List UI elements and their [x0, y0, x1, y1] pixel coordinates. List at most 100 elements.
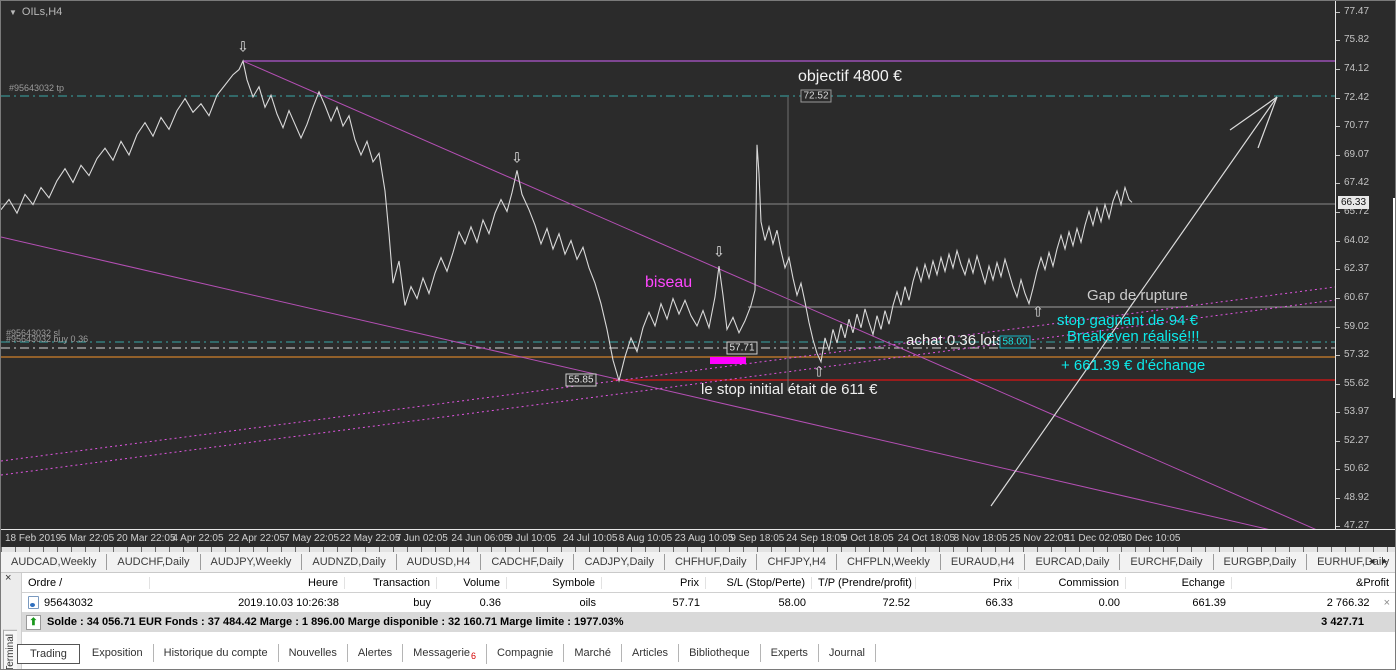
close-order-button[interactable]: × [1384, 597, 1390, 609]
price-axis-label: 55.62 [1344, 378, 1370, 389]
tab-marché[interactable]: Marché [564, 644, 622, 662]
projection-arrow-head-2[interactable] [1257, 96, 1278, 149]
price-axis-label: 67.42 [1344, 177, 1370, 188]
terminal-tabs: Trading Exposition Historique du compte Nou… [17, 644, 876, 666]
messagerie-badge: 6 [471, 651, 477, 662]
balance-text: Solde : 34 056.71 EUR Fonds : 37 484.42 … [47, 616, 624, 628]
chart-canvas[interactable] [1, 1, 1335, 529]
price-axis[interactable]: 77.47 75.82 74.12 72.42 70.77 69.07 67.42 65.72… [1335, 1, 1395, 531]
time-axis-label: 9 Sep 18:05 [730, 533, 785, 544]
chart-symbol-period: OILs,H4 [21, 6, 63, 18]
column-header[interactable]: Heure [150, 576, 345, 589]
time-axis-label: 24 Sep 18:05 [786, 533, 846, 544]
tab-articles[interactable]: Articles [622, 644, 680, 662]
chart-tab-audnzd[interactable]: AUDNZD,Daily [302, 554, 397, 570]
tab-messagerie[interactable]: Messagerie6 [403, 644, 488, 665]
tab-alertes[interactable]: Alertes [348, 644, 404, 662]
wedge-up-dotted-2[interactable] [1, 299, 1335, 476]
orders-table-header[interactable]: Ordre / Heure Transaction Volume Symbole Prix… [22, 573, 1395, 593]
order-cell: 661.39 [1192, 596, 1226, 609]
tab-historique-du-compte[interactable]: Historique du compte [154, 644, 279, 662]
projection-arrow-shaft[interactable] [990, 96, 1278, 507]
tab-journal[interactable]: Journal [819, 644, 876, 662]
chart-tab-chfjpy[interactable]: CHFJPY,H4 [757, 554, 837, 570]
chart-tab-eurcad[interactable]: EURCAD,Daily [1025, 554, 1121, 570]
chevron-down-icon[interactable]: ▼ [9, 8, 17, 17]
orders-table: Ordre / Heure Transaction Volume Symbole Prix… [22, 573, 1395, 613]
wedge-down-line-2[interactable] [1, 236, 1271, 529]
chart-panel[interactable]: ▼ OILs,H4 objectif 4800 € biseau Gap de rup… [1, 1, 1395, 552]
column-header[interactable]: &Profit [1232, 577, 1395, 589]
time-axis-label: 4 Apr 22:05 [172, 533, 224, 544]
time-axis-label: 11 Dec 02:05 [1065, 533, 1124, 544]
chart-tab-euraud[interactable]: EURAUD,H4 [941, 554, 1026, 570]
tab-trading[interactable]: Trading [17, 644, 80, 664]
time-axis-label: 22 Apr 22:05 [228, 533, 285, 544]
chart-tab-cadjpy[interactable]: CADJPY,Daily [574, 554, 665, 570]
time-axis-label: 23 Aug 10:05 [674, 533, 734, 544]
order-cell: 0.36 [479, 596, 501, 609]
column-header[interactable]: Echange [1126, 576, 1232, 589]
time-axis-label: 20 Mar 22:05 [116, 533, 176, 544]
chart-title: ▼ OILs,H4 [9, 6, 62, 18]
column-header[interactable]: Prix [602, 576, 706, 589]
column-header[interactable]: Commission [1019, 576, 1126, 589]
terminal-close-button[interactable]: × [5, 572, 11, 584]
chart-tab-eurgbp[interactable]: EURGBP,Daily [1214, 554, 1308, 570]
total-profit: 3 427.71 [1321, 616, 1364, 628]
chart-tab-audjpy[interactable]: AUDJPY,Weekly [201, 554, 303, 570]
magenta-highlight-zone[interactable] [710, 357, 746, 364]
wedge-up-dotted-1[interactable] [1, 286, 1335, 462]
tab-scroll-right-button[interactable]: ► [1380, 556, 1393, 566]
column-header[interactable]: Symbole [507, 576, 602, 589]
tab-bibliotheque[interactable]: Bibliotheque [679, 644, 761, 662]
order-cell: 95643032 [22, 596, 150, 609]
time-axis-label: 7 Jun 02:05 [395, 533, 448, 544]
time-axis-label: 9 Jul 10:05 [507, 533, 557, 544]
column-header[interactable]: Transaction [345, 576, 437, 589]
tab-compagnie[interactable]: Compagnie [487, 644, 565, 662]
balance-up-icon: ⬆ [26, 614, 41, 630]
order-cell: buy [413, 596, 431, 609]
time-axis-label: 8 Nov 18:05 [953, 533, 1008, 544]
tab-experts[interactable]: Experts [761, 644, 819, 662]
time-axis-label: 22 May 22:05 [339, 533, 401, 544]
price-axis-label: 75.82 [1344, 34, 1370, 45]
time-axis-label: 24 Jun 06:05 [451, 533, 510, 544]
chart-tab-eurchf[interactable]: EURCHF,Daily [1120, 554, 1214, 570]
time-axis-label: 24 Oct 18:05 [897, 533, 956, 544]
time-axis-label: 30 Dec 10:05 [1121, 533, 1181, 544]
chart-tab-cadchf[interactable]: CADCHF,Daily [481, 554, 575, 570]
time-axis-label: 7 May 22:05 [284, 533, 340, 544]
terminal-panel-label[interactable]: Terminal [3, 630, 17, 669]
column-header[interactable]: S/L (Stop/Perte) [706, 576, 812, 589]
mt4-window: ▼ OILs,H4 objectif 4800 € biseau Gap de rup… [0, 0, 1396, 670]
time-axis[interactable]: 18 Feb 2019 5 Mar 22:05 20 Mar 22:05 4 Apr … [1, 529, 1395, 548]
price-axis-drag-handle[interactable] [1393, 198, 1395, 398]
chart-tab-audchf[interactable]: AUDCHF,Daily [107, 554, 201, 570]
chart-tab-audusd[interactable]: AUDUSD,H4 [397, 554, 482, 570]
terminal-panel: × Terminal Ordre / Heure Transaction Volume… [1, 572, 1395, 669]
column-header[interactable]: Volume [437, 576, 507, 589]
column-header[interactable]: T/P (Prendre/profit) [812, 576, 916, 589]
chart-tab-bar: AUDCAD,Weekly AUDCHF,Daily AUDJPY,Weekly AU… [1, 552, 1395, 573]
column-header[interactable]: Ordre / [22, 576, 150, 589]
price-axis-label: 59.02 [1344, 321, 1370, 332]
order-cell: 66.33 [985, 596, 1013, 609]
order-cell: oils [579, 596, 596, 609]
price-axis-label: 53.97 [1344, 406, 1370, 417]
projection-arrow-head-1[interactable] [1229, 96, 1278, 131]
time-axis-label: 5 Mar 22:05 [60, 533, 115, 544]
chart-tab-audcad[interactable]: AUDCAD,Weekly [1, 554, 108, 570]
tab-nouvelles[interactable]: Nouvelles [279, 644, 348, 662]
price-axis-label: 57.32 [1344, 349, 1370, 360]
chart-tab-chfhuf[interactable]: CHFHUF,Daily [665, 554, 758, 570]
tab-exposition[interactable]: Exposition [82, 644, 154, 662]
tab-scroll-left-button[interactable]: ◄ [1367, 556, 1380, 566]
chart-tab-chfpln[interactable]: CHFPLN,Weekly [837, 554, 941, 570]
price-axis-label: 62.37 [1344, 263, 1370, 274]
price-axis-label: 48.92 [1344, 492, 1370, 503]
column-header[interactable]: Prix [916, 576, 1019, 589]
price-axis-label: 70.77 [1344, 120, 1370, 131]
order-row[interactable]: 95643032 2019.10.03 10:26:38 buy 0.36 oils 57… [22, 593, 1395, 613]
